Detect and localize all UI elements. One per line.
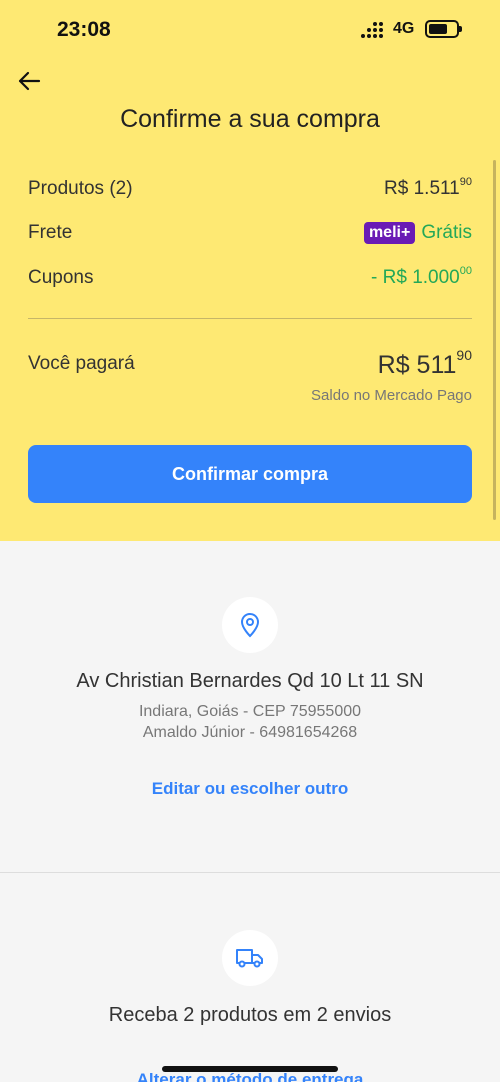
- signal-icon: [361, 22, 383, 38]
- shipping-value: meli+ Grátis: [363, 222, 472, 244]
- total-label: Você pagará: [28, 353, 135, 374]
- section-divider: [0, 872, 500, 873]
- network-label: 4G: [393, 20, 415, 37]
- location-icon-circle: [222, 597, 278, 653]
- scroll-indicator[interactable]: [493, 160, 496, 520]
- back-arrow-icon[interactable]: [16, 68, 42, 94]
- home-indicator[interactable]: [162, 1066, 338, 1072]
- address-recipient: Amaldo Júnior - 64981654268: [142, 724, 358, 741]
- location-pin-icon: [240, 612, 260, 638]
- delivery-summary: Receba 2 produtos em 2 envios: [108, 1004, 392, 1026]
- shipping-label: Frete: [28, 222, 73, 243]
- payment-method-note: Saldo no Mercado Pago: [311, 387, 472, 404]
- summary-divider: [28, 318, 472, 319]
- page-title: Confirme a sua compra: [120, 105, 380, 133]
- battery-icon: [425, 20, 462, 38]
- confirm-purchase-button[interactable]: Confirmar compra: [28, 445, 472, 503]
- coupons-discount: - R$ 1.00000: [371, 265, 472, 288]
- coupons-label: Cupons: [28, 267, 94, 288]
- edit-address-link[interactable]: Editar ou escolher outro: [0, 779, 500, 799]
- products-label: Produtos (2): [28, 178, 133, 199]
- delivery-truck-icon: [236, 949, 263, 968]
- products-price: R$ 1.51190: [384, 176, 472, 199]
- address-city: Indiara, Goiás - CEP 75955000: [138, 703, 362, 720]
- status-time: 23:08: [57, 18, 111, 41]
- address-street: Av Christian Bernardes Qd 10 Lt 11 SN: [76, 670, 424, 692]
- meli-plus-badge: meli+: [363, 222, 416, 244]
- status-bar: 23:08 4G: [0, 0, 500, 60]
- total-price: R$ 51190: [377, 347, 472, 379]
- truck-icon-circle: [222, 930, 278, 986]
- order-summary: Confirme a sua compra Produtos (2) R$ 1.…: [0, 60, 500, 541]
